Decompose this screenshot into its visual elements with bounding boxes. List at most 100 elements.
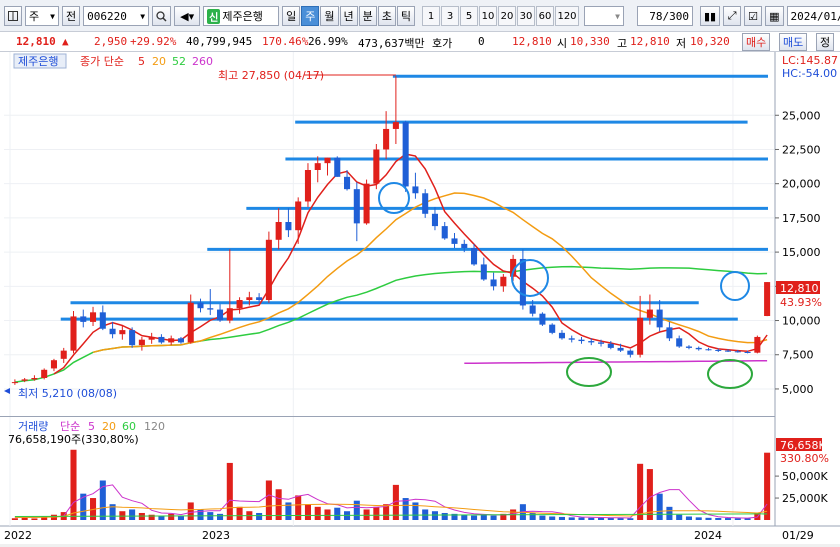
open-price: 10,330 (570, 35, 610, 48)
volume-bar (11, 518, 18, 520)
volume-bar (617, 518, 624, 520)
stock-code-input[interactable]: 006220 ▼ (83, 6, 150, 26)
volume-bar (402, 498, 409, 520)
volume-pct-tag: 330.80% (780, 452, 829, 465)
candle-body (666, 327, 673, 339)
x-label-2024: 2024 (694, 529, 722, 542)
candle-body (246, 297, 253, 300)
price-tick-label: 7,500 (782, 349, 814, 362)
fullscreen-button[interactable]: ⤢ (723, 6, 742, 26)
bar-count-input[interactable]: 78/300 (637, 6, 693, 26)
volume-bar (627, 518, 634, 520)
chart-tools-button[interactable]: ▮▮ (700, 6, 721, 26)
candle-body (558, 332, 565, 339)
legend-stock-name: 제주은행 (18, 55, 58, 68)
sell-button[interactable]: 매도 (779, 33, 808, 51)
candle-body (695, 347, 702, 350)
candle-body (236, 300, 243, 309)
low-price: 10,320 (690, 35, 730, 48)
volume-bar (558, 516, 565, 520)
candle-body (60, 350, 67, 359)
candle-body (226, 308, 233, 321)
open-label: 시 (557, 37, 568, 50)
grid-icon: ▦ (769, 9, 780, 23)
credit-badge: 신 (207, 8, 221, 24)
candle-body (314, 163, 321, 170)
high-label: 고 (617, 37, 628, 50)
tab-period-tick[interactable]: 틱 (396, 6, 415, 26)
candle-body (598, 342, 605, 344)
volume-bar (529, 512, 536, 520)
candle-body (402, 122, 409, 187)
candle-body (471, 248, 478, 265)
tab-period-year[interactable]: 년 (339, 6, 358, 26)
candle-body (744, 352, 751, 353)
interval-10-button[interactable]: 10 (479, 6, 497, 26)
volume-bar (656, 493, 663, 520)
hc-label: HC:-54.00 (782, 67, 837, 80)
volume-bar (304, 504, 311, 520)
tab-period-week[interactable]: 주 (301, 6, 320, 26)
volume-value: 40,799,945 (186, 35, 253, 48)
candle-body (725, 350, 732, 352)
interval-5-button[interactable]: 5 (460, 6, 478, 26)
volume-bar (588, 517, 595, 520)
volume-bar (295, 495, 302, 520)
volume-summary: 76,658,190주(330,80%) (8, 433, 139, 446)
tab-period-second[interactable]: 초 (377, 6, 396, 26)
candle-body (285, 222, 292, 231)
candle-body (90, 312, 97, 322)
candle-body (422, 193, 429, 214)
grid-button[interactable]: ▦ (765, 6, 784, 26)
interval-120-button[interactable]: 120 (555, 6, 579, 26)
candle-body (99, 312, 106, 329)
candle-body (383, 128, 390, 150)
custom-interval-select[interactable]: ▼ (584, 6, 624, 26)
price-tick-label: 17,500 (782, 212, 821, 225)
price-tick-label: 25,000 (782, 109, 821, 122)
volume-bar (324, 509, 331, 520)
candle-body (627, 350, 634, 355)
correct-button[interactable]: 정 (816, 33, 835, 51)
trade-value: 473,637백만 (358, 37, 425, 50)
candle-body (80, 316, 87, 322)
candle-body (529, 305, 536, 314)
date-input[interactable]: 2024/01/29 (786, 6, 840, 26)
search-icon (156, 10, 167, 22)
interval-60-button[interactable]: 60 (536, 6, 554, 26)
interval-30-button[interactable]: 30 (517, 6, 535, 26)
volume-bar (461, 514, 468, 520)
interval-1-button[interactable]: 1 (422, 6, 440, 26)
candle-body (392, 122, 399, 129)
high-annotation: 최고 27,850 (04/17) (218, 69, 324, 82)
volume-bar (637, 463, 644, 520)
tab-period-month[interactable]: 월 (320, 6, 339, 26)
volume-bar (676, 514, 683, 520)
chevron-down-icon: ▼ (140, 11, 146, 21)
legend-ma-52: 52 (172, 55, 186, 68)
volume-bar (471, 515, 478, 520)
volume-bar (734, 518, 741, 520)
candle-body (549, 324, 556, 333)
volume-bar (539, 515, 546, 520)
chart-type-select[interactable]: 주 ▼ (25, 6, 59, 26)
tab-period-day[interactable]: 일 (282, 6, 301, 26)
buy-button[interactable]: 매수 (742, 33, 771, 51)
stock-name-field[interactable]: 신 제주은행 (203, 6, 280, 26)
interval-3-button[interactable]: 3 (441, 6, 459, 26)
settings-button[interactable]: ☑ (744, 6, 763, 26)
candle-body (715, 349, 722, 351)
chart-area[interactable]: 5,0007,50010,00012,50015,00017,50020,000… (0, 52, 840, 544)
search-button[interactable] (152, 6, 172, 26)
tab-period-minute[interactable]: 분 (358, 6, 377, 26)
interval-20-button[interactable]: 20 (498, 6, 516, 26)
layout-icon[interactable] (4, 6, 22, 26)
volume-bar (480, 514, 487, 520)
view-button[interactable]: 전 (62, 6, 81, 26)
candle-body (373, 149, 380, 184)
stock-chart[interactable]: 5,0007,50010,00012,50015,00017,50020,000… (0, 52, 840, 544)
volume-bar (598, 517, 605, 520)
candle-body (344, 176, 351, 190)
volume-legend-ma-20: 20 (102, 420, 116, 433)
sound-button[interactable]: ◀▾ (174, 6, 201, 26)
